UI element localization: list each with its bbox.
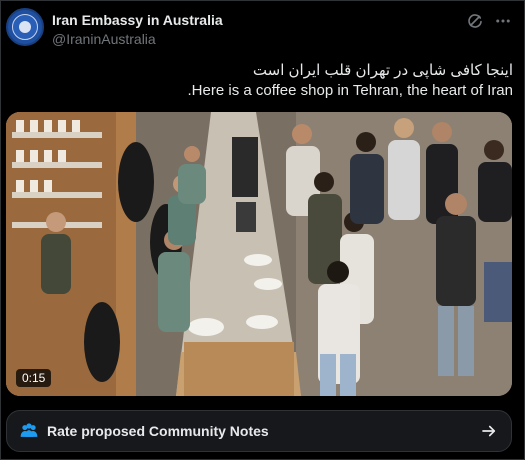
community-notes-label: Rate proposed Community Notes — [47, 423, 269, 439]
tweet-header: Iran Embassy in Australia @IraninAustral… — [6, 8, 517, 52]
more-button[interactable] — [493, 11, 513, 31]
more-dots-icon — [496, 19, 510, 23]
community-notes-icon — [19, 421, 39, 441]
arrow-right-icon — [479, 421, 499, 441]
rate-community-notes-button[interactable]: Rate proposed Community Notes — [6, 410, 512, 452]
video-thumbnail — [6, 112, 512, 396]
tweet-text-english: .Here is a coffee shop in Tehran, the he… — [187, 82, 513, 99]
translate-button[interactable] — [465, 11, 485, 31]
avatar[interactable] — [6, 8, 44, 46]
embassy-emblem-icon — [12, 14, 38, 40]
grok-translate-icon — [468, 14, 482, 28]
author-handle[interactable]: @IraninAustralia — [52, 31, 156, 47]
tweet-text-persian: اینجا کافی شاپی در تهران قلب ایران است — [252, 62, 513, 79]
video-player[interactable]: 0:15 — [6, 112, 512, 396]
video-duration-badge: 0:15 — [16, 369, 52, 387]
author-display-name[interactable]: Iran Embassy in Australia — [52, 12, 223, 28]
